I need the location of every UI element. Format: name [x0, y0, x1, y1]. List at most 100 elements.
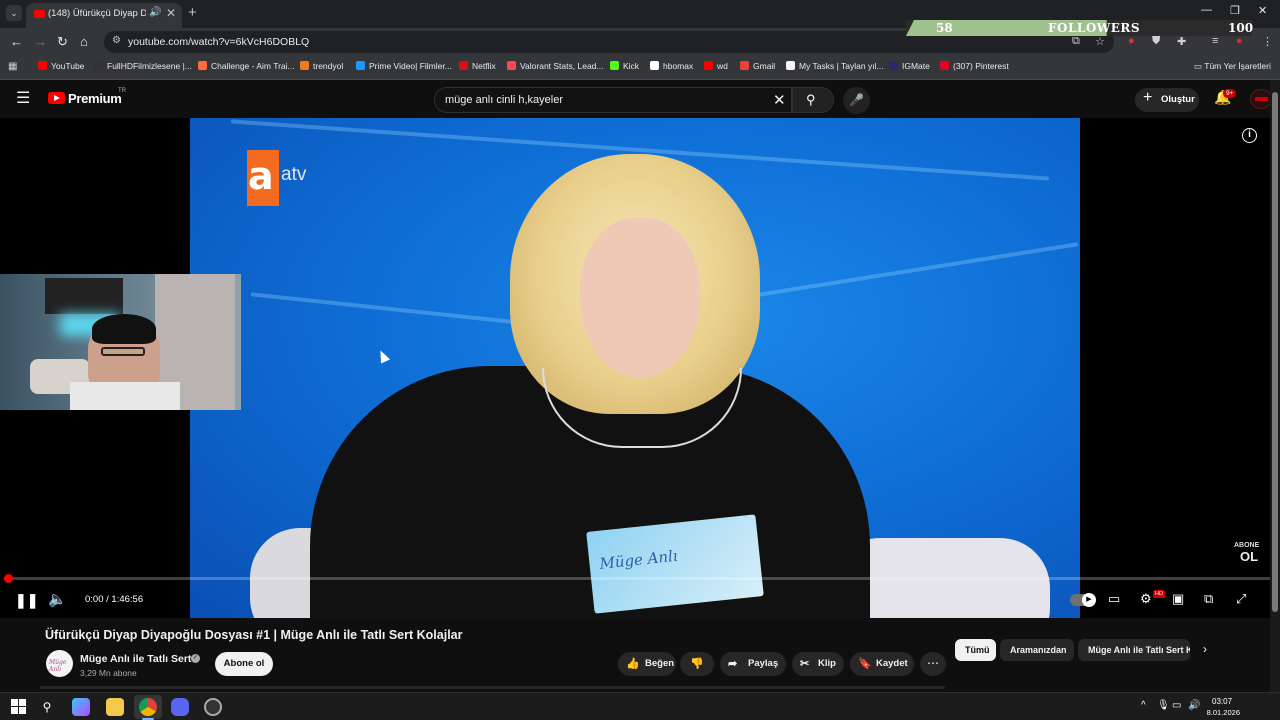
search-button[interactable]: ⚲	[792, 87, 834, 113]
chip-channel[interactable]: Müge Anlı ile Tatlı Sert Kolajlar	[1078, 639, 1190, 661]
install-icon[interactable]: ⧉	[1072, 35, 1080, 48]
obs-icon[interactable]	[204, 698, 222, 716]
save-button[interactable]: 🔖 Kaydet	[850, 652, 914, 676]
subscribe-watermark[interactable]: ABONE OL	[1234, 542, 1262, 564]
fullscreen-icon[interactable]: ⤢	[1236, 591, 1246, 607]
progress-scrubber[interactable]	[4, 574, 13, 583]
bookmark-youtube[interactable]: YouTube	[38, 61, 84, 75]
bookmark-valorant[interactable]: Valorant Stats, Lead...	[507, 61, 603, 75]
tab-search-button[interactable]: ⌄	[6, 5, 22, 21]
bookmark-mytasks[interactable]: My Tasks | Taylan yıl...	[786, 61, 884, 75]
chip-from-search[interactable]: Aramanızdan	[1000, 639, 1074, 661]
microphone-icon[interactable]: 🎤	[843, 87, 870, 114]
create-button[interactable]: + Oluştur	[1135, 88, 1199, 112]
video-frame[interactable]: a atv Müge Anlı	[190, 118, 1080, 618]
restore-icon[interactable]: ❐	[1230, 4, 1240, 17]
tray-chevron-icon[interactable]: ^	[1141, 700, 1146, 711]
bookmark-wd[interactable]: wd	[704, 61, 728, 75]
chrome-icon[interactable]	[139, 698, 157, 716]
bookmark-label: My Tasks | Taylan yıl...	[799, 61, 884, 71]
menu-icon[interactable]: ☰	[16, 88, 30, 108]
close-window-icon[interactable]: ✕	[1258, 4, 1267, 17]
avatar[interactable]	[1250, 89, 1272, 109]
microphone-tray-icon[interactable]: 🎙	[1157, 700, 1170, 711]
bookmark-pinterest[interactable]: (307) Pinterest	[940, 61, 1009, 75]
reload-icon[interactable]: ↻	[57, 34, 68, 50]
subscribe-button[interactable]: Abone ol	[215, 652, 273, 676]
profile-icon[interactable]: ●	[1236, 35, 1243, 47]
bookmark-igmate[interactable]: IGMate	[889, 61, 930, 75]
channel-avatar[interactable]: Müge Anlı	[46, 650, 73, 677]
tab-close-icon[interactable]: ✕	[166, 6, 176, 20]
scrollbar-thumb[interactable]	[1272, 92, 1278, 612]
hbomax-icon	[650, 61, 659, 70]
media-control-icon[interactable]: ≡	[1212, 35, 1218, 47]
bookmark-kick[interactable]: Kick	[610, 61, 639, 75]
youtube-premium-logo[interactable]: Premium	[68, 91, 122, 106]
bookmark-aimtrainer[interactable]: Challenge - Aim Trai...	[198, 61, 295, 75]
video-title: Üfürükçü Diyap Diyapoğlu Dosyası #1 | Mü…	[45, 628, 463, 642]
dislike-button[interactable]: 👎	[680, 652, 714, 676]
apps-grid-icon[interactable]: ▦	[8, 61, 17, 72]
like-button[interactable]: 👍 Beğen	[618, 652, 676, 676]
trendyol-icon	[300, 61, 309, 70]
more-options-icon[interactable]: ⋯	[920, 652, 946, 676]
bookmark-hbomax[interactable]: hbomax	[650, 61, 693, 75]
clip-button[interactable]: ✂ Klip	[792, 652, 844, 676]
shield-icon[interactable]: ⛊	[1152, 35, 1160, 48]
netflix-icon	[459, 61, 468, 70]
forward-icon[interactable]: →	[34, 34, 47, 49]
chip-all[interactable]: Tümü	[955, 639, 996, 661]
settings-gear-icon[interactable]: ⚙	[1140, 591, 1152, 607]
page-scrollbar[interactable]	[1270, 80, 1280, 692]
home-icon[interactable]: ⌂	[80, 34, 88, 49]
bookmark-primevideo[interactable]: Prime Video| Filmler...	[356, 61, 452, 75]
new-tab-button[interactable]: +	[188, 4, 197, 21]
bookmark-trendyol[interactable]: trendyol	[300, 61, 343, 75]
back-icon[interactable]: ←	[10, 34, 23, 49]
extensions-puzzle-icon[interactable]: ✚	[1177, 35, 1186, 48]
film-icon	[94, 61, 103, 70]
atv-logo-letter: a	[248, 154, 274, 198]
channel-name[interactable]: Müge Anlı ile Tatlı Sert	[80, 653, 191, 665]
folder-icon: ▭	[1194, 61, 1205, 71]
time-display: 0:00 / 1:46:56	[85, 594, 144, 605]
share-button[interactable]: ➦ Paylaş	[720, 652, 786, 676]
igmate-icon	[889, 61, 898, 70]
bookmark-star-icon[interactable]: ☆	[1095, 35, 1105, 48]
bookmark-gmail[interactable]: Gmail	[740, 61, 775, 75]
country-code: TR	[118, 88, 126, 94]
file-explorer-icon[interactable]	[106, 698, 124, 716]
pinterest-icon	[940, 61, 949, 70]
bookmark-label: Valorant Stats, Lead...	[520, 61, 604, 71]
cast-icon[interactable]: ⧉	[1204, 591, 1213, 607]
search-icon[interactable]: ⚲	[38, 698, 56, 716]
bookmark-fullhd[interactable]: FullHDFilmizlesene |...	[94, 61, 192, 75]
progress-bar[interactable]	[8, 577, 1272, 580]
discord-icon[interactable]	[171, 698, 189, 716]
subtitles-icon[interactable]: ▭	[1108, 591, 1120, 607]
network-icon[interactable]: ▭	[1172, 700, 1181, 711]
windows-start-icon[interactable]	[10, 698, 28, 716]
browser-tab-active[interactable]: (148) Üfürükçü Diyap Diyapoğlu Dosyası #…	[26, 3, 182, 28]
clock-date[interactable]: 8.01.2026	[1200, 708, 1240, 717]
info-icon[interactable]: i	[1242, 128, 1257, 143]
minimize-icon[interactable]: —	[1201, 4, 1212, 16]
search-input[interactable]: müge anlı cinli h,kayeler ✕	[434, 87, 792, 113]
site-info-icon[interactable]: ⚙	[112, 35, 121, 46]
extension-icon[interactable]: ●	[1128, 35, 1135, 47]
speaker-icon[interactable]: 🔊	[1188, 700, 1200, 711]
chevron-right-icon[interactable]: ›	[1203, 642, 1207, 656]
volume-icon[interactable]: 🔈	[48, 590, 67, 608]
clock-time[interactable]: 03:07	[1212, 697, 1232, 706]
copilot-icon[interactable]	[72, 698, 90, 716]
browser-menu-icon[interactable]: ⋮	[1262, 35, 1273, 48]
bookmark-netflix[interactable]: Netflix	[459, 61, 496, 75]
pause-icon[interactable]: ❚❚	[15, 592, 38, 609]
theater-mode-icon[interactable]: ▣	[1172, 591, 1184, 607]
autoplay-toggle[interactable]: ▶	[1070, 593, 1096, 607]
bookmark-label: Gmail	[753, 61, 776, 71]
tab-audio-icon[interactable]: 🔊	[149, 7, 161, 18]
all-bookmarks-folder[interactable]: ▭ Tüm Yer İşaretleri	[1194, 61, 1271, 72]
clear-search-icon[interactable]: ✕	[773, 91, 786, 109]
